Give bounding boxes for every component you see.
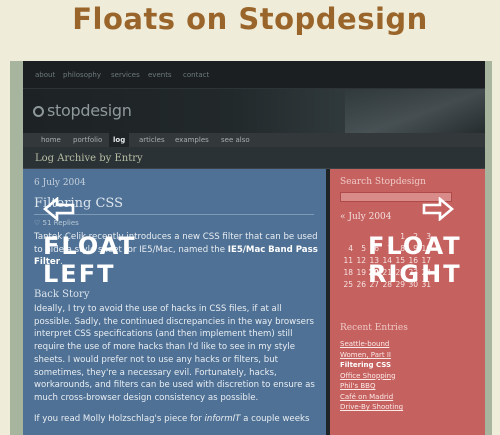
recent-entries-title: Recent Entries	[340, 323, 408, 333]
recent-entry-current: Filtering CSS	[340, 361, 391, 369]
tab-see-also[interactable]: see also	[221, 136, 250, 144]
page-title: Floats on Stopdesign	[72, 2, 428, 36]
screenshot-frame: about philosophy services events contact…	[10, 61, 492, 435]
archive-heading-bar: Log Archive by Entry	[23, 147, 485, 169]
p2-emphasis: informIT	[204, 414, 241, 424]
arrow-right-icon	[422, 197, 454, 221]
post-paragraph-1: Ideally, I try to avoid the use of hacks…	[34, 304, 315, 403]
stopdesign-page: about philosophy services events contact…	[23, 61, 485, 435]
section-heading: Back Story	[34, 289, 90, 300]
intro-link[interactable]: IE5/Mac	[228, 245, 266, 255]
tab-articles[interactable]: articles	[139, 136, 165, 144]
calendar-month[interactable]: « July 2004	[340, 212, 392, 222]
tab-home[interactable]: home	[41, 136, 61, 144]
tab-log[interactable]: log	[109, 133, 130, 147]
topnav-events[interactable]: events	[148, 71, 172, 79]
site-logo[interactable]: stopdesign	[33, 101, 132, 120]
logo-mark-icon	[33, 106, 44, 117]
banner-image	[345, 89, 485, 133]
arrow-left-icon	[43, 197, 75, 221]
tab-portfolio[interactable]: portfolio	[73, 136, 102, 144]
search-title: Search Stopdesign	[340, 177, 426, 187]
section-tabs: home portfolio log articles examples see…	[23, 133, 485, 147]
float-right-word-1: FLOAT	[368, 232, 462, 260]
topnav-contact[interactable]: contact	[183, 71, 209, 79]
float-right-word-2: RIGHT	[368, 260, 462, 288]
replies-icon: ♡	[34, 219, 41, 227]
recent-entry-link[interactable]: Café on Madrid	[340, 392, 403, 403]
recent-entry-link[interactable]: Drive-By Shooting	[340, 402, 403, 413]
top-navigation: about philosophy services events contact	[23, 61, 485, 89]
topnav-about[interactable]: about	[35, 71, 55, 79]
p2-text-1: If you read Molly Holzschlag's piece for	[34, 414, 202, 424]
topnav-philosophy[interactable]: philosophy	[63, 71, 101, 79]
float-right-label: FLOAT RIGHT	[368, 232, 462, 288]
site-banner: stopdesign	[23, 89, 485, 133]
calendar-day: 25	[343, 280, 353, 289]
recent-entry-link[interactable]: Women, Part II	[340, 350, 403, 361]
float-left-column: 6 July 2004 Filtering CSS ♡ 51 Replies T…	[23, 169, 326, 435]
recent-entries-list: Seattle-bound Women, Part II Filtering C…	[340, 339, 403, 413]
float-right-column: Search Stopdesign « July 2004 123 456789…	[330, 169, 485, 435]
post-paragraph-2: If you read Molly Holzschlag's piece for…	[34, 413, 319, 426]
float-left-word-2: LEFT	[43, 260, 116, 288]
post-date: 6 July 2004	[34, 178, 86, 188]
recent-entry-link[interactable]: Seattle-bound	[340, 339, 403, 350]
archive-heading: Log Archive by Entry	[35, 153, 143, 164]
float-left-label: FLOAT LEFT	[43, 232, 137, 288]
logo-text: stopdesign	[47, 101, 132, 120]
calendar-day: 26	[356, 280, 366, 289]
p2-text-2: a couple weeks	[243, 414, 310, 424]
recent-entry-link[interactable]: Office Shopping	[340, 371, 403, 382]
topnav-services[interactable]: services	[111, 71, 140, 79]
recent-entry-link[interactable]: Phil's BBQ	[340, 381, 403, 392]
title-divider	[34, 214, 314, 215]
tab-examples[interactable]: examples	[175, 136, 209, 144]
float-left-word-1: FLOAT	[43, 232, 137, 260]
